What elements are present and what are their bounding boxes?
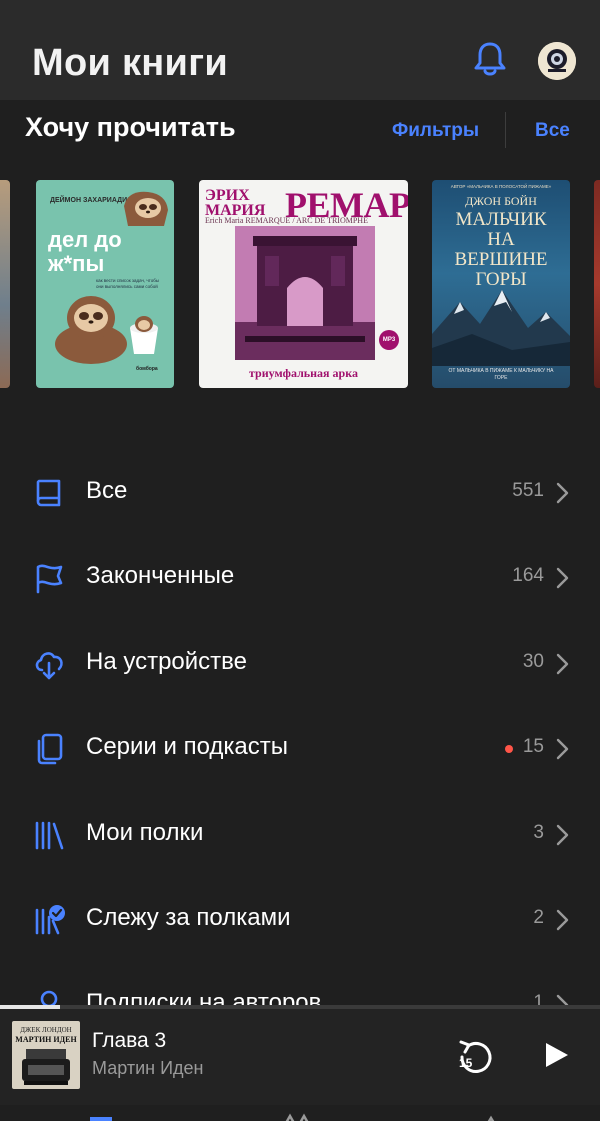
menu-item-label: На устройстве (86, 648, 247, 675)
chevron-right-icon (556, 738, 569, 760)
menu-item-author-subscriptions[interactable]: Подписки на авторов 1 (0, 961, 600, 1007)
menu-item-label: Слежу за полками (86, 904, 291, 931)
library-menu: Все 551 Законченные 164 На устройстве 30… (0, 449, 600, 1007)
avatar-image (538, 42, 576, 80)
menu-item-followed-shelves[interactable]: Слежу за полками 2 (0, 876, 600, 962)
player-book-cover[interactable]: ДЖЕК ЛОНДОН МАРТИН ИДЕН (12, 1021, 80, 1089)
menu-item-on-device[interactable]: На устройстве 30 (0, 620, 600, 706)
book-title: МАЛЬЧИК НА ВЕРШИНЕ ГОРЫ (454, 209, 548, 290)
book-subtitle: Erich Maria REMARQUE / ARC DE TRIOMPHE (205, 216, 368, 225)
new-indicator-dot (505, 745, 513, 753)
mp3-badge: MP3 (379, 330, 399, 350)
menu-item-count: 30 (522, 651, 544, 672)
section-title: Хочу прочитать (25, 112, 236, 142)
book-cover-partial[interactable] (0, 180, 10, 388)
chevron-right-icon (556, 824, 569, 846)
cloud-download-icon (35, 652, 63, 680)
book-icon (36, 479, 61, 507)
menu-item-all[interactable]: Все 551 (0, 449, 600, 535)
chevron-right-icon (556, 653, 569, 675)
search-tab-icon[interactable] (478, 1113, 504, 1121)
followed-shelves-icon (35, 905, 65, 935)
book-author: ДЖОН БОЙН (465, 194, 537, 208)
sloth-illustration (124, 191, 168, 226)
bell-icon[interactable] (472, 40, 508, 78)
book-top-line: АВТОР «МАЛЬЧИКА В ПОЛОСАТОЙ ПИЖАМЕ» (450, 184, 552, 189)
shelves-icon (35, 821, 64, 850)
book-cover[interactable]: ДЕЙМОН ЗАХАРИАДИС дел до ж*пы как вести … (36, 180, 174, 388)
filters-link[interactable]: Фильтры (392, 120, 479, 142)
library-tab-icon[interactable] (88, 1113, 114, 1121)
menu-item-count: 164 (512, 565, 544, 586)
menu-item-label: Законченные (86, 562, 235, 589)
book-title: дел до ж*пы (48, 227, 122, 276)
menu-item-label: Мои полки (86, 819, 204, 846)
arc-de-triomphe-image (235, 226, 375, 360)
series-icon (37, 733, 63, 765)
book-cover-partial[interactable] (594, 180, 600, 388)
menu-item-label: Серии и подкасты (86, 733, 289, 760)
play-icon[interactable] (541, 1040, 571, 1070)
page-title: Мои книги (32, 42, 229, 84)
sloth-yoga-illustration (55, 296, 158, 364)
player-cover-author: ДЖЕК ЛОНДОН (20, 1026, 72, 1034)
menu-item-count: 15 (522, 736, 544, 757)
menu-item-series[interactable]: Серии и подкасты 15 (0, 705, 600, 791)
book-author-first: ЭРИХ МАРИЯ (205, 187, 266, 219)
catalog-tab-icon[interactable] (284, 1113, 310, 1121)
rewind-seconds: 15 (459, 1056, 473, 1070)
see-all-link[interactable]: Все (535, 120, 570, 142)
player-chapter: Глава 3 (92, 1029, 167, 1052)
book-bottom-line: ОТ МАЛЬЧИКА В ПИЖАМЕ К МАЛЬЧИКУ НА ГОРЕ (448, 368, 554, 381)
book-carousel[interactable]: ДЕЙМОН ЗАХАРИАДИС дел до ж*пы как вести … (0, 178, 600, 390)
book-publisher: бомбора (136, 366, 158, 372)
book-cover[interactable]: АВТОР «МАЛЬЧИКА В ПОЛОСАТОЙ ПИЖАМЕ» ДЖОН… (432, 180, 570, 388)
mini-player[interactable]: ДЖЕК ЛОНДОН МАРТИН ИДЕН Глава 3 Мартин И… (0, 1009, 600, 1105)
book-cover[interactable]: ЭРИХ МАРИЯ РЕМАРК Erich Maria REMARQUE /… (199, 180, 408, 388)
chevron-right-icon (556, 482, 569, 504)
menu-item-count: 551 (512, 480, 544, 501)
book-title: триумфальная арка (249, 366, 358, 380)
chevron-right-icon (556, 909, 569, 931)
menu-item-count: 2 (533, 907, 544, 928)
avatar[interactable] (538, 42, 576, 80)
app-header: Мои книги (0, 0, 600, 100)
want-to-read-header: Хочу прочитать Фильтры Все (0, 100, 600, 162)
player-cover-title: МАРТИН ИДЕН (15, 1035, 77, 1044)
bottom-tab-bar (0, 1105, 600, 1121)
chevron-right-icon (556, 567, 569, 589)
typewriter-illustration (22, 1049, 70, 1085)
mountains-illustration (432, 290, 570, 366)
player-book-title: Мартин Иден (92, 1058, 204, 1078)
menu-item-label: Все (86, 477, 128, 504)
menu-item-finished[interactable]: Законченные 164 (0, 534, 600, 620)
menu-item-my-shelves[interactable]: Мои полки 3 (0, 791, 600, 877)
divider (505, 112, 506, 148)
menu-item-count: 3 (533, 822, 544, 843)
flag-icon (36, 564, 63, 594)
